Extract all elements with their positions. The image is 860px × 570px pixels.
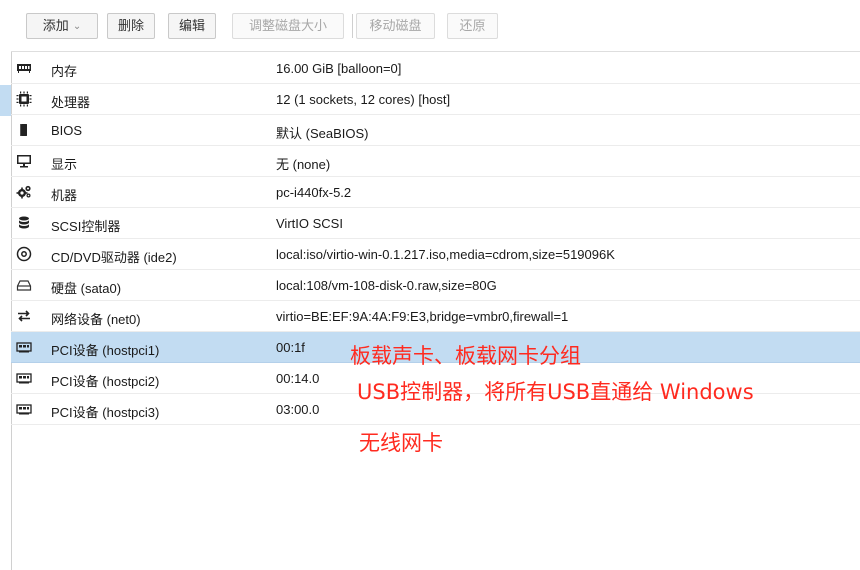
toolbar-separator	[352, 14, 353, 38]
hardware-toolbar: 添加 ⌄ 删除 编辑 调整磁盘大小 移动磁盘 还原	[11, 0, 860, 52]
network-exchange-icon	[16, 308, 32, 324]
pci-card-icon	[16, 370, 32, 386]
grid-row-bios[interactable]: BIOS 默认 (SeaBIOS)	[11, 115, 860, 146]
row-name: 处理器	[51, 95, 91, 110]
edit-button[interactable]: 编辑	[168, 13, 216, 39]
row-value: 默认 (SeaBIOS)	[276, 126, 369, 141]
grid-row-machine[interactable]: 机器 pc-i440fx-5.2	[11, 177, 860, 208]
row-value: 00:1f	[276, 340, 305, 355]
revert-button-label: 还原	[459, 18, 486, 33]
chevron-down-icon: ⌄	[72, 21, 82, 32]
row-value: pc-i440fx-5.2	[276, 185, 352, 200]
monitor-icon	[16, 153, 32, 169]
row-name: PCI设备 (hostpci3)	[51, 405, 160, 420]
edit-button-label: 编辑	[178, 18, 205, 33]
grid-row-processor[interactable]: 处理器 12 (1 sockets, 12 cores) [host]	[11, 84, 860, 115]
pci-card-icon	[16, 401, 32, 417]
row-name: 显示	[51, 157, 78, 172]
row-name: 硬盘 (sata0)	[51, 281, 122, 296]
bios-chip-icon	[16, 122, 32, 138]
row-value: 16.00 GiB [balloon=0]	[276, 61, 402, 76]
grid-row-scsi-controller[interactable]: SCSI控制器 VirtIO SCSI	[11, 208, 860, 239]
annotation-onboard-audio-lan: 板载声卡、板载网卡分组	[350, 344, 581, 368]
cpu-icon	[16, 91, 32, 107]
grid-row-memory[interactable]: 内存 16.00 GiB [balloon=0]	[11, 53, 860, 84]
row-value: 无 (none)	[276, 157, 331, 172]
add-button-label: 添加	[42, 18, 69, 33]
grid-row-network[interactable]: 网络设备 (net0) virtio=BE:EF:9A:4A:F9:E3,bri…	[11, 301, 860, 332]
resize-disk-button-label: 调整磁盘大小	[248, 18, 327, 33]
pci-card-icon	[16, 339, 32, 355]
row-focus-marker	[0, 85, 11, 116]
grid-row-cdrom[interactable]: CD/DVD驱动器 (ide2) local:iso/virtio-win-0.…	[11, 239, 860, 270]
memory-icon	[16, 60, 32, 76]
row-value: local:108/vm-108-disk-0.raw,size=80G	[276, 278, 497, 293]
row-name: 网络设备 (net0)	[51, 312, 141, 327]
row-name: CD/DVD驱动器 (ide2)	[51, 250, 177, 265]
revert-button[interactable]: 还原	[447, 13, 498, 39]
row-name: 机器	[51, 188, 78, 203]
row-value: local:iso/virtio-win-0.1.217.iso,media=c…	[276, 247, 615, 262]
row-name: PCI设备 (hostpci1)	[51, 343, 160, 358]
row-value: 00:14.0	[276, 371, 320, 386]
row-name: PCI设备 (hostpci2)	[51, 374, 160, 389]
row-value: virtio=BE:EF:9A:4A:F9:E3,bridge=vmbr0,fi…	[276, 309, 569, 324]
row-name: SCSI控制器	[51, 219, 121, 234]
harddisk-icon	[16, 277, 32, 293]
remove-button[interactable]: 删除	[107, 13, 155, 39]
grid-row-harddisk[interactable]: 硬盘 (sata0) local:108/vm-108-disk-0.raw,s…	[11, 270, 860, 301]
gears-icon	[16, 184, 32, 200]
resize-disk-button[interactable]: 调整磁盘大小	[232, 13, 344, 39]
grid-row-display[interactable]: 显示 无 (none)	[11, 146, 860, 177]
row-name: 内存	[51, 64, 78, 79]
database-icon	[16, 215, 32, 231]
annotation-usb-controller: USB控制器，将所有USB直通给 Windows	[357, 380, 754, 404]
row-name: BIOS	[51, 123, 83, 138]
move-disk-button[interactable]: 移动磁盘	[356, 13, 435, 39]
row-value: 03:00.0	[276, 402, 320, 417]
row-value: VirtIO SCSI	[276, 216, 343, 231]
row-value: 12 (1 sockets, 12 cores) [host]	[276, 92, 451, 107]
remove-button-label: 删除	[117, 18, 144, 33]
add-button[interactable]: 添加 ⌄	[26, 13, 98, 39]
cdrom-icon	[16, 246, 32, 262]
annotation-wireless-card: 无线网卡	[359, 431, 443, 455]
move-disk-button-label: 移动磁盘	[369, 18, 422, 33]
